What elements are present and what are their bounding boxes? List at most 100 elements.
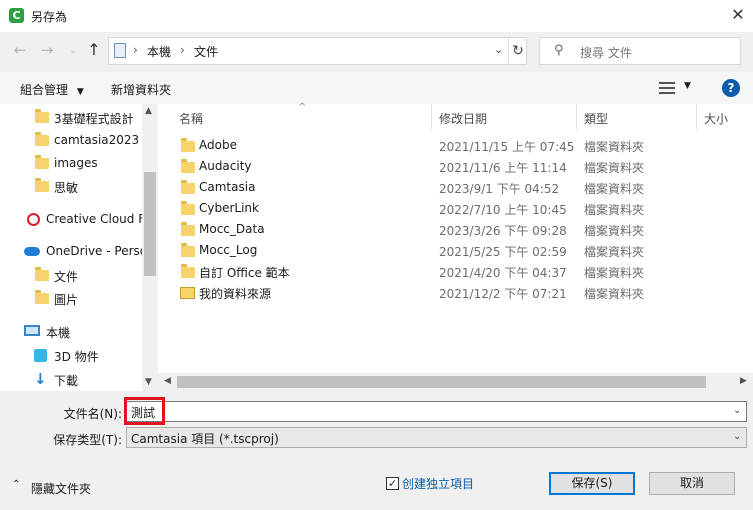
hide-folders-button[interactable]: 隱藏文件夾 — [31, 480, 91, 497]
file-date: 2021/11/6 上午 11:14 — [439, 161, 567, 175]
creative-cloud-icon — [27, 213, 40, 226]
nav-item-downloads[interactable]: ↓ 下載 — [0, 368, 142, 390]
nav-item-label: Creative Cloud Fi — [46, 212, 142, 226]
file-type: 檔案資料夾 — [584, 287, 645, 301]
refresh-icon[interactable]: ↻ — [508, 38, 527, 64]
chevron-down-icon: ⌄ — [733, 431, 742, 442]
computer-icon — [24, 325, 40, 336]
file-row[interactable]: CyberLink 2022/7/10 上午 10:45 檔案資料夾 — [158, 198, 753, 219]
file-date: 2021/5/25 下午 02:59 — [439, 245, 567, 259]
create-project-folder-label[interactable]: 创建独立項目 — [402, 475, 474, 492]
scroll-down-icon[interactable]: ▼ — [145, 377, 152, 387]
organize-label: 組合管理 — [20, 83, 69, 97]
scroll-left-icon[interactable]: ◀ — [164, 376, 171, 386]
nav-item-folder[interactable]: 圖片 — [0, 287, 142, 309]
data-sources-folder-icon — [180, 287, 195, 299]
file-type: 檔案資料夾 — [584, 161, 645, 175]
close-window-button[interactable]: ✕ — [730, 6, 746, 24]
scroll-right-icon[interactable]: ▶ — [740, 376, 747, 386]
file-date: 2023/3/26 下午 09:28 — [439, 224, 567, 238]
file-name: Camtasia — [199, 180, 256, 194]
help-icon[interactable]: ? — [722, 79, 740, 97]
file-type: 檔案資料夾 — [584, 140, 645, 154]
up-folder-icon[interactable]: ↑ — [85, 41, 103, 59]
folder-icon — [181, 138, 195, 152]
nav-item-folder[interactable]: images — [0, 152, 142, 174]
file-name: 自訂 Office 範本 — [199, 266, 290, 280]
folder-icon — [181, 159, 195, 173]
organize-button[interactable]: 組合管理 ▼ — [20, 81, 84, 98]
column-header-size[interactable]: 大小 — [697, 104, 753, 130]
filetype-select[interactable]: Camtasia 項目 (*.tscproj) ⌄ — [126, 427, 747, 448]
nav-item-label: 思敏 — [54, 181, 79, 195]
file-name: 我的資料來源 — [199, 287, 272, 301]
chevron-down-icon: ▼ — [76, 87, 84, 97]
window-title: 另存為 — [31, 10, 68, 24]
3d-objects-icon — [34, 349, 47, 362]
file-row[interactable]: 我的資料來源 2021/12/2 下午 07:21 檔案資料夾 — [158, 282, 753, 303]
column-header-name[interactable]: 名稱 — [158, 104, 432, 130]
chevron-down-icon[interactable]: ⌄ — [733, 405, 741, 416]
file-name: Audacity — [199, 159, 252, 173]
file-row[interactable]: Adobe 2021/11/15 上午 07:45 檔案資料夾 — [158, 135, 753, 156]
save-button[interactable]: 保存(S) — [549, 472, 635, 495]
nav-item-label: 文件 — [54, 270, 79, 284]
address-bar[interactable]: › 本機 › 文件 ⌄ ↻ — [108, 37, 527, 65]
file-row[interactable]: 自訂 Office 範本 2021/4/20 下午 04:37 檔案資料夾 — [158, 261, 753, 282]
file-list: ^ 名稱 修改日期 類型 大小 Adobe 2021/11/15 上午 07:4… — [158, 102, 753, 391]
file-name: Mocc_Data — [199, 222, 265, 236]
back-icon[interactable]: ← — [11, 41, 29, 59]
filetype-label: 保存类型(T): — [53, 433, 122, 447]
chevron-up-icon[interactable]: ⌃ — [12, 479, 20, 490]
column-header-date[interactable]: 修改日期 — [432, 104, 577, 130]
nav-pane-scroll-thumb[interactable] — [144, 172, 156, 276]
nav-item-label: OneDrive - Perso — [46, 244, 142, 258]
nav-item-this-pc[interactable]: 本機 — [0, 320, 142, 342]
recent-locations-chevron-icon[interactable]: ⌄ — [64, 42, 82, 60]
file-type: 檔案資料夾 — [584, 245, 645, 259]
nav-item-creative-cloud[interactable]: Creative Cloud Fi — [0, 208, 142, 230]
filename-input[interactable]: 測試 ⌄ — [126, 401, 747, 422]
file-name: CyberLink — [199, 201, 259, 215]
file-row[interactable]: Mocc_Data 2023/3/26 下午 09:28 檔案資料夾 — [158, 219, 753, 240]
file-row[interactable]: Mocc_Log 2021/5/25 下午 02:59 檔案資料夾 — [158, 240, 753, 261]
view-options-icon[interactable] — [659, 81, 675, 95]
search-input[interactable]: 搜尋 文件 — [580, 44, 632, 61]
folder-icon — [181, 243, 195, 257]
nav-item-label: 3基礎程式設計 — [54, 112, 134, 126]
nav-item-folder[interactable]: 文件 — [0, 264, 142, 286]
breadcrumb-separator-icon[interactable]: › — [133, 43, 138, 57]
folder-icon — [181, 201, 195, 215]
highlight-box — [124, 397, 165, 425]
breadcrumb-documents[interactable]: 文件 — [194, 43, 218, 60]
column-header-type[interactable]: 類型 — [577, 104, 697, 130]
scroll-up-icon[interactable]: ▲ — [145, 106, 152, 116]
breadcrumb-separator-icon[interactable]: › — [180, 43, 185, 57]
file-row[interactable]: Camtasia 2023/9/1 下午 04:52 檔案資料夾 — [158, 177, 753, 198]
forward-icon[interactable]: → — [38, 41, 56, 59]
onedrive-icon — [24, 247, 40, 256]
new-folder-button[interactable]: 新增資料夾 — [111, 81, 171, 98]
nav-item-folder[interactable]: 3基礎程式設計 — [0, 106, 142, 128]
filename-label: 文件名(N): — [63, 407, 122, 421]
nav-item-label: 圖片 — [54, 293, 79, 307]
file-type: 檔案資料夾 — [584, 203, 645, 217]
file-type: 檔案資料夾 — [584, 182, 645, 196]
folder-icon — [35, 267, 49, 281]
cancel-button[interactable]: 取消 — [649, 472, 735, 495]
file-type: 檔案資料夾 — [584, 224, 645, 238]
folder-icon — [35, 132, 49, 146]
view-dropdown-icon[interactable]: ▼ — [684, 81, 691, 91]
address-dropdown-icon[interactable]: ⌄ — [494, 43, 503, 56]
search-box[interactable]: ⚲ 搜尋 文件 — [539, 37, 741, 65]
nav-item-folder[interactable]: camtasia2023 — [0, 129, 142, 151]
breadcrumb-this-pc[interactable]: 本機 — [147, 43, 171, 60]
file-row[interactable]: Audacity 2021/11/6 上午 11:14 檔案資料夾 — [158, 156, 753, 177]
nav-item-3d-objects[interactable]: 3D 物件 — [0, 344, 142, 366]
create-project-folder-checkbox[interactable]: ✓ — [386, 477, 399, 490]
nav-item-folder[interactable]: 思敏 — [0, 175, 142, 197]
nav-item-onedrive[interactable]: OneDrive - Perso — [0, 240, 142, 262]
file-date: 2023/9/1 下午 04:52 — [439, 182, 560, 196]
file-list-scroll-thumb[interactable] — [177, 376, 706, 388]
file-date: 2022/7/10 上午 10:45 — [439, 203, 567, 217]
